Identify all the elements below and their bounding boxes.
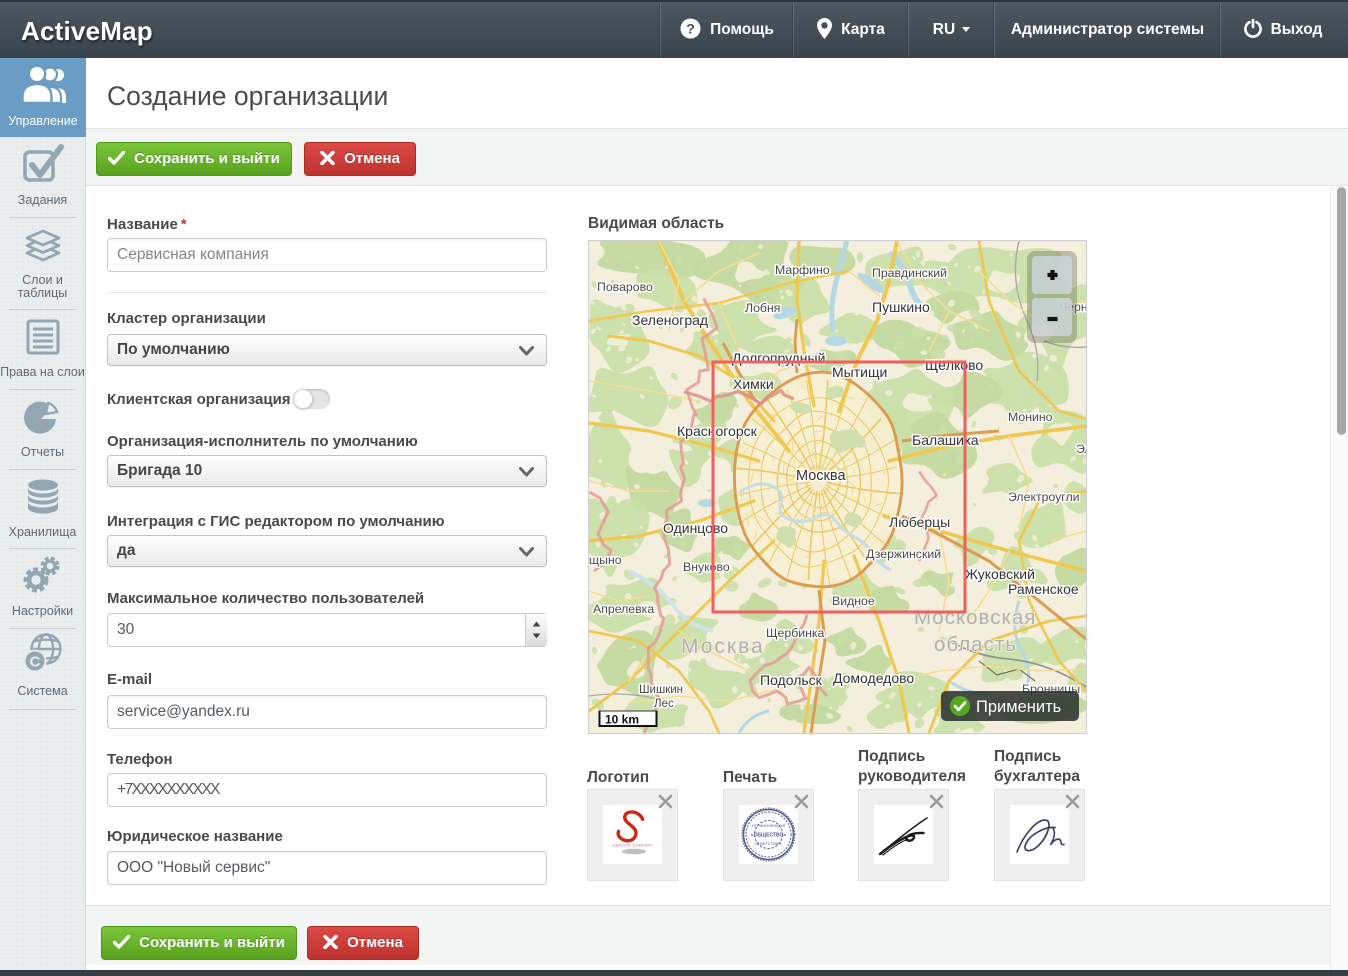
svg-text:Монино: Монино: [1008, 410, 1053, 424]
svg-text:Зеленоград: Зеленоград: [632, 312, 708, 328]
svg-text:Пушкино: Пушкино: [872, 299, 930, 315]
svg-text:Москва: Москва: [796, 468, 846, 484]
svg-text:область: область: [934, 633, 1017, 656]
svg-text:Щербинка: Щербинка: [766, 626, 825, 640]
svg-text:Шишкин: Шишкин: [639, 684, 683, 696]
svg-text:Применить: Применить: [976, 698, 1061, 716]
svg-text:Щёлково: Щёлково: [925, 357, 983, 373]
svg-text:Раменское: Раменское: [1008, 581, 1079, 597]
svg-text:Мытищи: Мытищи: [832, 364, 887, 380]
svg-text:Лобня: Лобня: [745, 301, 780, 315]
svg-text:Химки: Химки: [733, 376, 774, 392]
svg-text:Домодедово: Домодедово: [833, 670, 914, 686]
svg-text:SERVICE COMPANY: SERVICE COMPANY: [613, 844, 653, 848]
svg-text:Долгопрудный: Долгопрудный: [732, 350, 825, 366]
svg-text:?: ?: [686, 21, 695, 37]
svg-text:Марфино: Марфино: [775, 263, 830, 277]
svg-text:Поварово: Поварово: [597, 280, 653, 294]
svg-text:Московская: Московская: [914, 606, 1036, 629]
svg-text:10 km: 10 km: [605, 713, 639, 727]
svg-text:Правдинский: Правдинский: [872, 266, 947, 280]
svg-text:Одинцово: Одинцово: [663, 520, 728, 536]
svg-text:ОГРАНИЧЕННОЙ: ОГРАНИЧЕННОЙ: [752, 823, 785, 828]
svg-text:Люберцы: Люберцы: [889, 514, 950, 530]
svg-text:Подольск: Подольск: [760, 672, 823, 688]
svg-text:Жуковский: Жуковский: [965, 566, 1035, 582]
svg-text:Видное: Видное: [832, 594, 875, 608]
svg-text:Москва: Москва: [681, 635, 765, 658]
svg-text:Апрелевка: Апрелевка: [593, 602, 654, 616]
svg-text:C: C: [29, 654, 40, 671]
svg-text:Электроугли: Электроугли: [1008, 490, 1080, 504]
svg-text:Внуково: Внуково: [683, 560, 730, 574]
svg-text:«ОБЩЕСТВО»: «ОБЩЕСТВО»: [751, 833, 787, 839]
svg-text:Дзержинский: Дзержинский: [866, 547, 941, 561]
svg-text:ОТВЕТСТВЕН.: ОТВЕТСТВЕН.: [755, 841, 783, 846]
svg-text:Лес: Лес: [654, 698, 674, 710]
svg-text:Эл: Эл: [1076, 442, 1086, 456]
svg-text:щыно: щыно: [589, 553, 622, 567]
svg-text:Красногорск: Красногорск: [677, 423, 758, 439]
svg-text:Балашиха: Балашиха: [912, 432, 979, 448]
